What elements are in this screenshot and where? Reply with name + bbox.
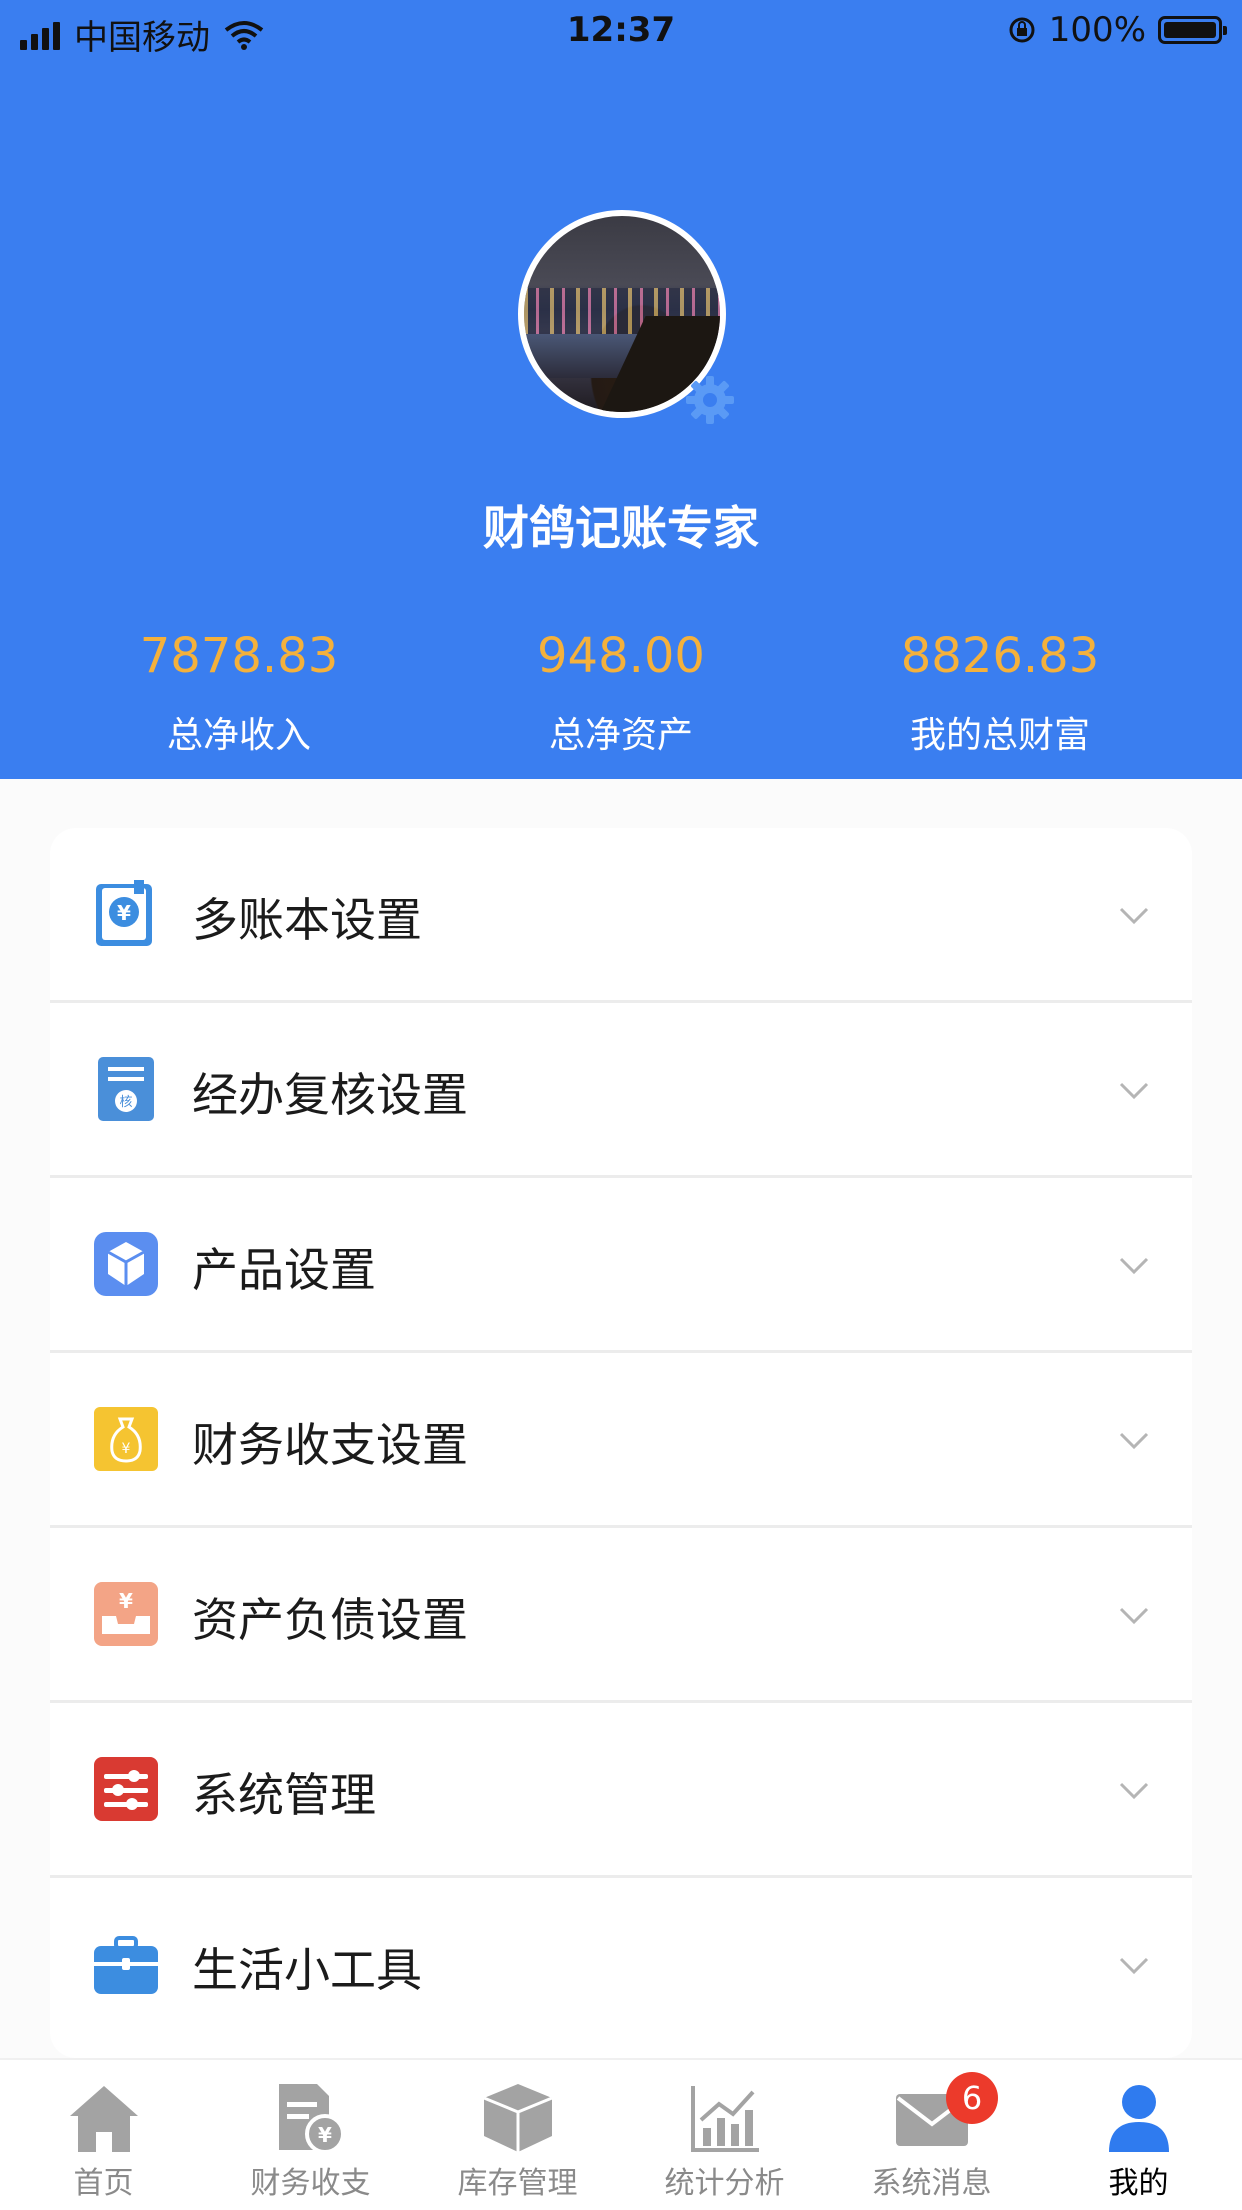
menu-item-assets[interactable]: ¥ 资产负债设置 <box>50 1528 1192 1703</box>
tab-label: 系统消息 <box>871 2166 992 2201</box>
menu-item-review[interactable]: 核 经办复核设置 <box>50 1003 1192 1178</box>
chevron-down-icon <box>1119 1607 1149 1625</box>
home-icon <box>70 2086 138 2152</box>
menu-item-ledger[interactable]: ¥ 多账本设置 <box>50 828 1192 1003</box>
chart-icon <box>691 2086 759 2152</box>
settings-menu: ¥ 多账本设置 核 经办复核设置 产品设置 ¥ 财务收支设置 ¥ 资产负债设置 … <box>50 828 1192 2058</box>
finance-document-icon: ¥ <box>279 2084 345 2154</box>
menu-item-system[interactable]: 系统管理 <box>50 1703 1192 1878</box>
menu-item-label: 经办复核设置 <box>192 1068 468 1122</box>
menu-item-tools[interactable]: 生活小工具 <box>50 1878 1192 2053</box>
unread-badge: 6 <box>946 2072 998 2124</box>
tab-label: 首页 <box>73 2166 134 2201</box>
svg-text:¥: ¥ <box>122 1441 131 1457</box>
menu-item-label: 产品设置 <box>192 1243 376 1297</box>
battery-icon <box>1158 16 1227 44</box>
menu-item-label: 多账本设置 <box>192 893 422 947</box>
svg-text:¥: ¥ <box>119 1589 133 1613</box>
gear-icon[interactable] <box>684 374 736 426</box>
chevron-down-icon <box>1119 1782 1149 1800</box>
menu-item-label: 生活小工具 <box>192 1943 422 1997</box>
menu-item-label: 财务收支设置 <box>192 1418 468 1472</box>
stat-label: 总净收入 <box>166 715 311 756</box>
asset-tray-icon: ¥ <box>94 1582 158 1646</box>
svg-text:核: 核 <box>119 1095 132 1110</box>
tab-label: 统计分析 <box>664 2166 785 2201</box>
tab-label: 财务收支 <box>250 2166 371 2201</box>
tab-label: 库存管理 <box>457 2166 578 2201</box>
status-bar: 中国移动 12:37 100% <box>0 0 1242 62</box>
tab-bar: 首页 ¥ 财务收支 库存管理 统计分析 6 系统消息 我的 <box>0 2058 1242 2210</box>
money-bag-icon: ¥ <box>94 1407 158 1471</box>
tab-profile[interactable]: 我的 <box>1035 2060 1242 2210</box>
toolbox-icon <box>94 1936 158 1994</box>
chevron-down-icon <box>1119 1432 1149 1450</box>
tab-inventory[interactable]: 库存管理 <box>414 2060 621 2210</box>
stat-value: 8826.83 <box>900 628 1100 684</box>
product-box-icon <box>94 1232 158 1296</box>
tab-messages[interactable]: 6 系统消息 <box>828 2060 1035 2210</box>
stat-label: 总净资产 <box>548 715 693 756</box>
stat-net-assets[interactable]: 948.00 总净资产 <box>414 628 828 758</box>
tab-home[interactable]: 首页 <box>0 2060 207 2210</box>
stat-label: 我的总财富 <box>909 715 1090 756</box>
menu-item-product[interactable]: 产品设置 <box>50 1178 1192 1353</box>
stat-net-income[interactable]: 7878.83 总净收入 <box>32 628 446 758</box>
stat-value: 7878.83 <box>139 628 339 684</box>
chevron-down-icon <box>1119 907 1149 925</box>
chevron-down-icon <box>1119 1957 1149 1975</box>
menu-item-label: 系统管理 <box>192 1768 376 1822</box>
review-document-icon: 核 <box>98 1057 154 1121</box>
ledger-yen-icon: ¥ <box>96 880 152 946</box>
chevron-down-icon <box>1119 1082 1149 1100</box>
chevron-down-icon <box>1119 1257 1149 1275</box>
rotation-lock-icon <box>1009 17 1035 43</box>
tab-statistics[interactable]: 统计分析 <box>621 2060 828 2210</box>
svg-text:¥: ¥ <box>117 901 131 925</box>
menu-item-finance[interactable]: ¥ 财务收支设置 <box>50 1353 1192 1528</box>
stat-total-wealth[interactable]: 8826.83 我的总财富 <box>793 628 1207 758</box>
user-icon <box>1109 2085 1169 2152</box>
battery-percent: 100% <box>1048 10 1146 50</box>
sliders-icon <box>94 1757 158 1821</box>
profile-name: 财鸽记账专家 <box>483 501 759 555</box>
svg-text:¥: ¥ <box>318 2123 332 2147</box>
inventory-box-icon <box>483 2084 553 2152</box>
menu-item-label: 资产负债设置 <box>192 1593 468 1647</box>
tab-label: 我的 <box>1108 2166 1169 2201</box>
tab-finance[interactable]: ¥ 财务收支 <box>207 2060 414 2210</box>
stat-value: 948.00 <box>537 628 705 684</box>
